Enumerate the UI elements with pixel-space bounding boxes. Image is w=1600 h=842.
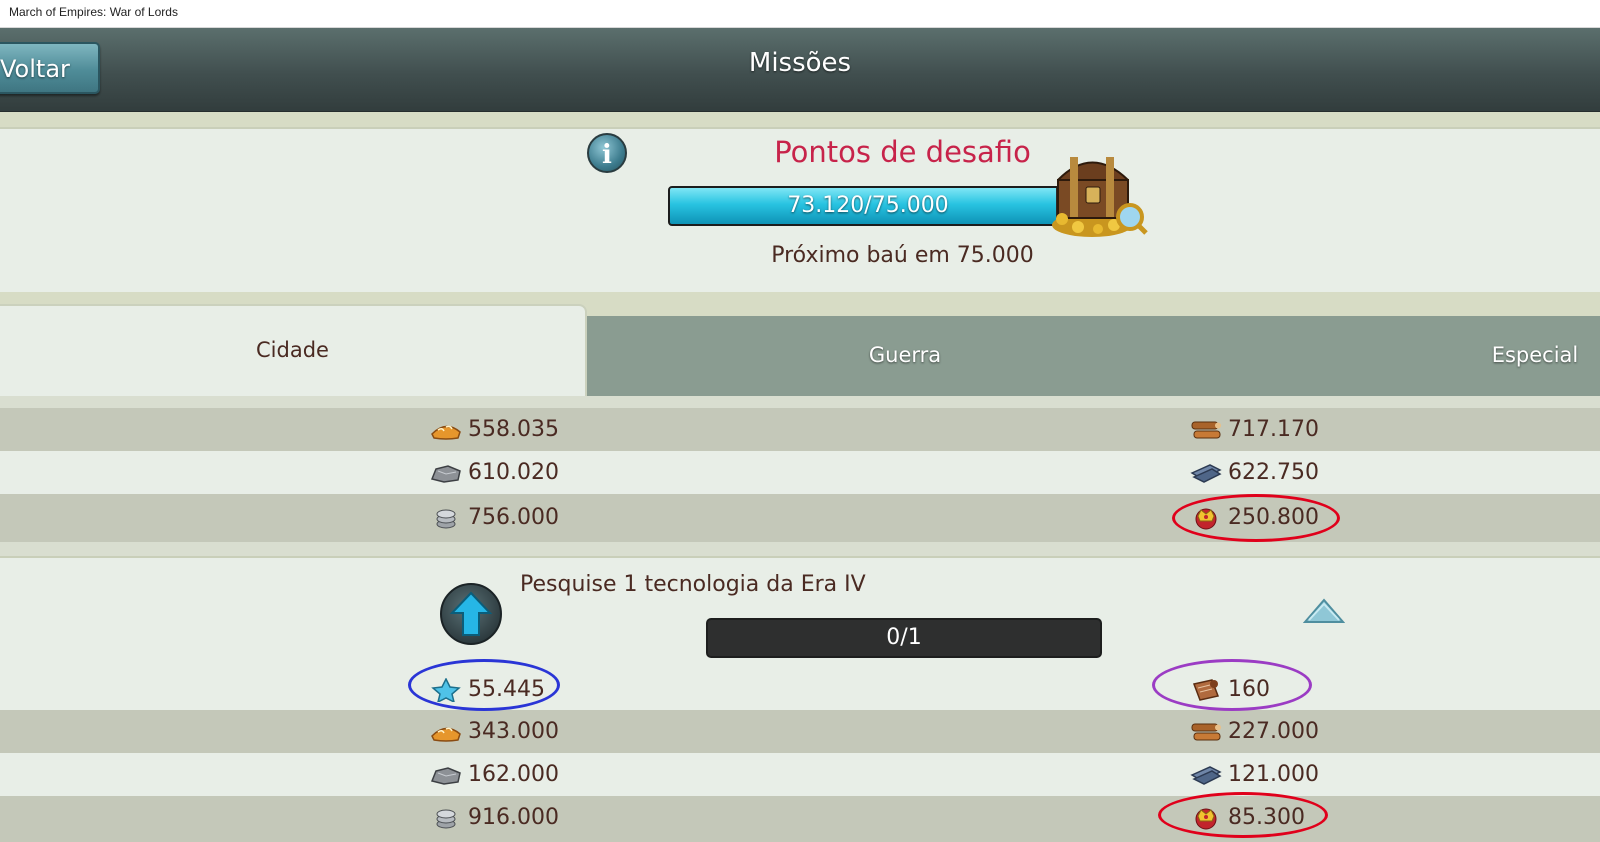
treasure-chest-icon[interactable] — [1048, 145, 1148, 240]
chevron-up-icon[interactable] — [1303, 596, 1345, 626]
reward-value: 756.000 — [468, 505, 559, 530]
page-title: Missões — [748, 48, 852, 78]
divider-strip — [0, 112, 1600, 127]
annotation-circle-red — [1158, 792, 1328, 838]
food-icon — [431, 727, 461, 742]
reward-value: 610.020 — [468, 460, 559, 485]
upgrade-arrow-icon — [440, 583, 502, 645]
mission-progress-text: 0/1 — [886, 625, 922, 650]
reward-item: 343.000 — [430, 710, 559, 753]
reward-item: 227.000 — [1190, 710, 1319, 753]
annotation-circle-red — [1172, 494, 1340, 542]
window-titlebar: March of Empires: War of Lords — [0, 0, 1600, 28]
tab-cidade[interactable]: Cidade — [0, 304, 587, 398]
reward-item: 162.000 — [430, 753, 559, 796]
reward-item: 558.035 — [430, 408, 559, 451]
reward-item: 610.020 — [430, 451, 559, 494]
reward-row — [0, 408, 1600, 451]
food-icon — [431, 425, 461, 440]
reward-row — [0, 753, 1600, 796]
reward-value: 717.170 — [1228, 417, 1319, 442]
challenge-progress-text: 73.120/75.000 — [787, 193, 949, 218]
tab-especial[interactable]: Especial — [1405, 316, 1600, 396]
info-icon[interactable]: i — [587, 133, 627, 173]
reward-item: 916.000 — [430, 796, 559, 839]
iron-icon — [1190, 463, 1222, 483]
stone-icon — [430, 766, 461, 785]
divider-strip — [0, 542, 1600, 556]
tab-label: Especial — [1491, 343, 1579, 367]
reward-row — [0, 710, 1600, 753]
annotation-circle-purple — [1152, 659, 1312, 711]
mission-progress-bar: 0/1 — [706, 618, 1102, 658]
mission-description: Pesquise 1 tecnologia da Era IV — [520, 572, 866, 597]
tab-guerra[interactable]: Guerra — [605, 316, 1205, 396]
reward-value: 227.000 — [1228, 719, 1319, 744]
reward-value: 121.000 — [1228, 762, 1319, 787]
window-title: March of Empires: War of Lords — [9, 5, 178, 19]
silver-icon — [436, 509, 456, 528]
reward-value: 162.000 — [468, 762, 559, 787]
reward-row — [0, 451, 1600, 494]
silver-icon — [436, 809, 456, 828]
header-bar: Voltar Missões — [0, 28, 1600, 113]
reward-value: 916.000 — [468, 805, 559, 830]
reward-value: 622.750 — [1228, 460, 1319, 485]
stone-icon — [430, 464, 461, 483]
tab-label: Cidade — [256, 338, 329, 362]
next-chest-text: Próximo baú em 75.000 — [771, 243, 1034, 268]
reward-item: 756.000 — [430, 496, 559, 539]
reward-item: 717.170 — [1190, 408, 1319, 451]
reward-row — [0, 796, 1600, 842]
challenge-title: Pontos de desafio — [774, 135, 1031, 169]
tab-label: Guerra — [868, 343, 942, 367]
iron-icon — [1190, 765, 1222, 785]
reward-row — [0, 668, 1600, 710]
reward-item: 121.000 — [1190, 753, 1319, 796]
reward-value: 343.000 — [468, 719, 559, 744]
reward-row — [0, 494, 1600, 542]
annotation-circle-blue — [408, 659, 560, 711]
reward-item: 622.750 — [1190, 451, 1319, 494]
wood-icon — [1191, 723, 1221, 740]
reward-value: 558.035 — [468, 417, 559, 442]
wood-icon — [1191, 421, 1221, 438]
divider-strip — [0, 396, 1600, 408]
challenge-progress-bar: 73.120/75.000 — [668, 186, 1068, 226]
